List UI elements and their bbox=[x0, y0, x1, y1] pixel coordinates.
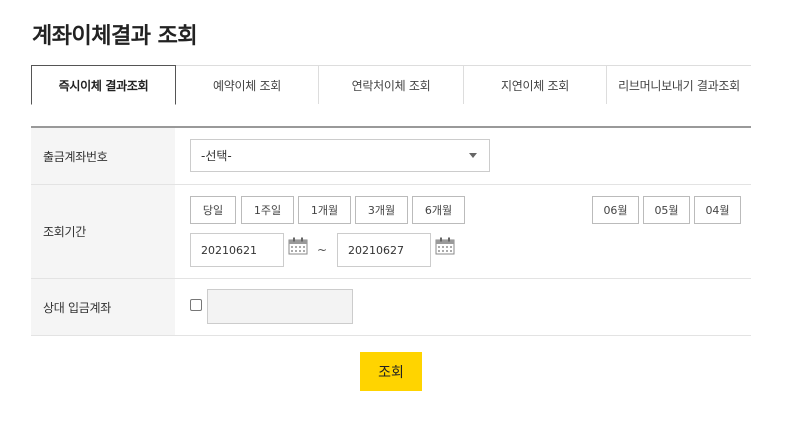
date-range-separator: ~ bbox=[317, 243, 328, 257]
chevron-down-icon bbox=[469, 153, 477, 158]
calendar-icon[interactable] bbox=[435, 237, 455, 255]
page-title: 계좌이체결과 조회 bbox=[32, 24, 198, 49]
tab-instant-transfer-result[interactable]: 즉시이체 결과조회 bbox=[31, 65, 176, 105]
tab-contact-transfer[interactable]: 연락처이체 조회 bbox=[319, 66, 464, 104]
month-06-button[interactable]: 06월 bbox=[592, 196, 639, 224]
tab-livmoney-result[interactable]: 리브머니보내기 결과조회 bbox=[607, 66, 751, 104]
period-1week-button[interactable]: 1주일 bbox=[241, 196, 294, 224]
period-6month-button[interactable]: 6개월 bbox=[412, 196, 465, 224]
account-select[interactable]: -선택- bbox=[190, 139, 490, 172]
account-select-value: -선택- bbox=[201, 149, 232, 163]
period-3month-button[interactable]: 3개월 bbox=[355, 196, 408, 224]
date-from-input[interactable]: 20210621 bbox=[190, 233, 284, 267]
period-1month-button[interactable]: 1개월 bbox=[298, 196, 351, 224]
counterparty-checkbox[interactable] bbox=[190, 299, 202, 311]
period-today-button[interactable]: 당일 bbox=[190, 196, 236, 224]
month-04-button[interactable]: 04월 bbox=[694, 196, 741, 224]
tab-delayed-transfer[interactable]: 지연이체 조회 bbox=[464, 66, 607, 104]
search-form: 출금계좌번호 -선택- 조회기간 당일 1주일 1개월 3개월 6개월 06월 … bbox=[31, 126, 751, 336]
period-row: 조회기간 당일 1주일 1개월 3개월 6개월 06월 05월 04월 2021… bbox=[31, 185, 751, 279]
search-button[interactable]: 조회 bbox=[360, 352, 422, 391]
tab-scheduled-transfer[interactable]: 예약이체 조회 bbox=[176, 66, 319, 104]
account-label: 출금계좌번호 bbox=[31, 128, 175, 184]
counterparty-label: 상대 입금계좌 bbox=[31, 279, 175, 335]
counterparty-account-input[interactable] bbox=[207, 289, 353, 324]
date-to-input[interactable]: 20210627 bbox=[337, 233, 431, 267]
counterparty-row: 상대 입금계좌 bbox=[31, 279, 751, 336]
calendar-icon[interactable] bbox=[288, 237, 308, 255]
month-05-button[interactable]: 05월 bbox=[643, 196, 690, 224]
period-label: 조회기간 bbox=[31, 185, 175, 278]
tab-bar: 즉시이체 결과조회 예약이체 조회 연락처이체 조회 지연이체 조회 리브머니보… bbox=[31, 65, 751, 105]
account-row: 출금계좌번호 -선택- bbox=[31, 128, 751, 185]
